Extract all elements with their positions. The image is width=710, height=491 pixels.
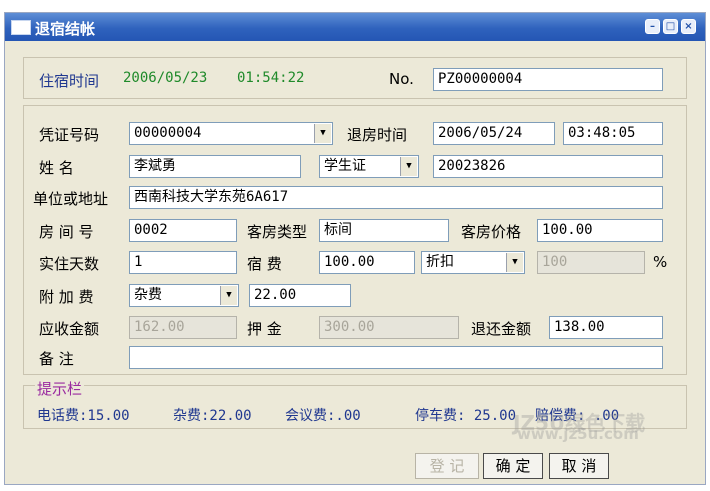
id-type-value: 学生证	[324, 158, 366, 174]
hint-meeting: 会议费:.00	[285, 408, 361, 424]
days-field[interactable]: 1	[129, 251, 237, 274]
checkout-time-label: 退房时间	[347, 126, 408, 144]
voucher-value: 00000004	[134, 125, 202, 141]
id-type-combo[interactable]: 学生证 ▼	[319, 155, 419, 178]
voucher-label: 凭证号码	[39, 126, 100, 144]
room-type-label: 客房类型	[247, 223, 308, 241]
hint-title: 提示栏	[35, 378, 85, 399]
checkout-time-field[interactable]: 03:48:05	[563, 122, 663, 145]
days-label: 实住天数	[39, 255, 100, 273]
id-number-field[interactable]: 20023826	[433, 155, 663, 178]
stay-time: 01:54:22	[237, 70, 305, 86]
room-price-field[interactable]: 100.00	[537, 219, 663, 242]
register-button[interactable]: 登 记	[415, 453, 479, 479]
maximize-icon[interactable]: □	[663, 19, 678, 34]
cancel-button[interactable]: 取 消	[549, 453, 609, 479]
no-field[interactable]: PZ00000004	[433, 68, 663, 91]
refund-field[interactable]: 138.00	[549, 316, 663, 339]
room-price-label: 客房价格	[461, 223, 522, 241]
extra-type-combo[interactable]: 杂费 ▼	[129, 284, 239, 307]
no-label: No.	[389, 70, 414, 88]
receivable-field[interactable]: 162.00	[129, 316, 237, 339]
chevron-down-icon[interactable]: ▼	[220, 286, 237, 305]
watermark-url: www.jz5u.com	[517, 425, 639, 443]
address-field[interactable]: 西南科技大学东苑6A617	[129, 186, 663, 209]
minimize-icon[interactable]: –	[645, 19, 660, 34]
chevron-down-icon[interactable]: ▼	[400, 157, 417, 176]
checkout-date-field[interactable]: 2006/05/24	[433, 122, 555, 145]
room-type-field[interactable]: 标间	[319, 219, 449, 242]
address-label: 单位或地址	[33, 190, 109, 208]
remark-field[interactable]	[129, 346, 663, 369]
deposit-field[interactable]: 300.00	[319, 316, 459, 339]
close-icon[interactable]: ×	[681, 19, 696, 34]
chevron-down-icon[interactable]: ▼	[314, 124, 331, 143]
deposit-label: 押 金	[247, 320, 282, 338]
name-label: 姓 名	[39, 159, 74, 177]
chevron-down-icon[interactable]: ▼	[506, 253, 523, 272]
name-field[interactable]: 李斌勇	[129, 155, 301, 178]
room-no-field[interactable]: 0002	[129, 219, 237, 242]
title-bar: 退宿结帐 – □ ×	[5, 13, 705, 41]
discount-label: 折扣	[426, 254, 454, 270]
hint-phone: 电话费:15.00	[37, 408, 130, 424]
hint-misc: 杂费:22.00	[173, 408, 252, 424]
refund-label: 退还金额	[471, 320, 532, 338]
confirm-button[interactable]: 确 定	[483, 453, 543, 479]
lodging-fee-field[interactable]: 100.00	[319, 251, 415, 274]
window-icon	[11, 20, 31, 35]
receivable-label: 应收金额	[39, 320, 100, 338]
discount-combo[interactable]: 折扣 ▼	[421, 251, 525, 274]
voucher-combo[interactable]: 00000004 ▼	[129, 122, 333, 145]
extra-type-value: 杂费	[134, 287, 162, 303]
extra-fee-field[interactable]: 22.00	[249, 284, 351, 307]
room-no-label: 房 间 号	[39, 223, 94, 241]
stay-time-label: 住宿时间	[39, 72, 100, 90]
checkout-window: 退宿结帐 – □ × 住宿时间 2006/05/23 01:54:22 No. …	[4, 12, 706, 485]
remark-label: 备 注	[39, 350, 74, 368]
extra-fee-label: 附 加 费	[39, 288, 94, 306]
window-title: 退宿结帐	[35, 20, 96, 38]
stay-date: 2006/05/23	[123, 70, 208, 86]
discount-field[interactable]: 100	[537, 251, 645, 274]
lodging-fee-label: 宿 费	[247, 255, 282, 273]
percent-sign: %	[653, 253, 668, 271]
hint-parking: 停车费: 25.00	[415, 408, 517, 424]
